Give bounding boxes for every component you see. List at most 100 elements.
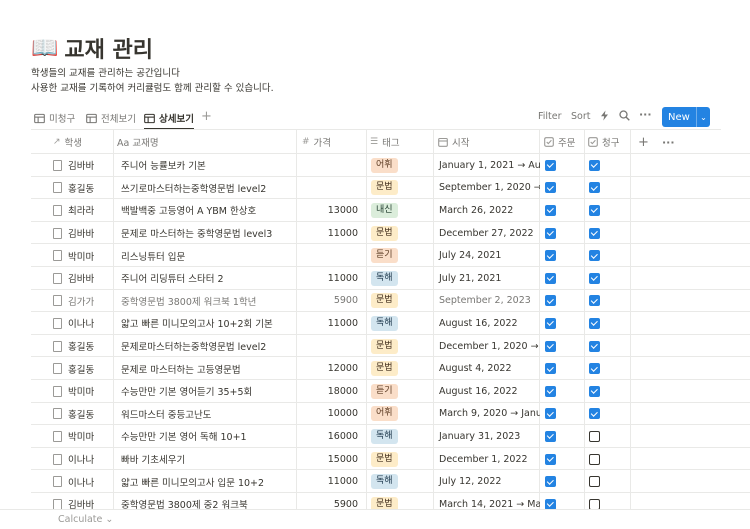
price-cell[interactable]	[298, 154, 362, 177]
bill-checkbox[interactable]	[589, 363, 600, 375]
price-cell[interactable]: 5900	[298, 290, 362, 313]
column-header-price[interactable]: # 가격	[298, 130, 366, 154]
table-row[interactable]: 박미마 수능만만 기본 영어듣기 35+5회 18000 듣기 August 1…	[0, 380, 750, 403]
column-header-name[interactable]: Aa 교재명	[113, 130, 298, 154]
table-row[interactable]: 박미마 리스닝튜터 입문 듣기 July 24, 2021	[0, 244, 750, 267]
chevron-down-icon[interactable]: ⌄	[696, 107, 710, 127]
column-header-student[interactable]: ↗ 학생	[49, 130, 116, 154]
table-row[interactable]: 김가가 중학영문법 3800제 워크북 1학년 5900 문법 Septembe…	[0, 290, 750, 313]
price-cell[interactable]: 13000	[298, 199, 362, 222]
book-name-cell[interactable]: 수능만만 기본 영어듣기 35+5회	[116, 380, 296, 403]
price-cell[interactable]	[298, 244, 362, 267]
start-date-cell[interactable]: August 4, 2022	[434, 357, 540, 380]
more-columns-icon[interactable]: ···	[658, 130, 682, 154]
more-options-icon[interactable]: ···	[639, 108, 652, 121]
tag-cell[interactable]: 문법	[366, 335, 432, 358]
add-view-icon[interactable]: +	[201, 109, 212, 124]
tag-cell[interactable]: 문법	[366, 448, 432, 471]
table-row[interactable]: 홍길동 문제로 마스터하는 고등영문법 12000 문법 August 4, 2…	[0, 357, 750, 380]
start-date-cell[interactable]: January 1, 2021 → Aug	[434, 154, 540, 177]
price-cell[interactable]: 11000	[298, 267, 362, 290]
book-name-cell[interactable]: 백발백중 고등영어 A YBM 한상호	[116, 199, 296, 222]
price-cell[interactable]: 11000	[298, 312, 362, 335]
add-property-icon[interactable]: +	[634, 130, 654, 154]
bill-checkbox[interactable]	[589, 317, 600, 329]
tag-cell[interactable]: 듣기	[366, 244, 432, 267]
book-name-cell[interactable]: 빠바 기초세우기	[116, 448, 296, 471]
order-checkbox[interactable]	[545, 227, 556, 239]
order-checkbox[interactable]	[545, 385, 556, 397]
table-row[interactable]: 박미마 수능만만 기본 영어 독해 10+1 16000 독해 January …	[0, 425, 750, 448]
order-checkbox[interactable]	[545, 317, 556, 329]
student-cell[interactable]: 홍길동	[49, 177, 113, 200]
bill-checkbox[interactable]	[589, 250, 600, 262]
filter-button[interactable]: Filter	[538, 111, 562, 122]
tag-cell[interactable]: 문법	[366, 290, 432, 313]
book-name-cell[interactable]: 주니어 리딩튜터 스타터 2	[116, 267, 296, 290]
student-cell[interactable]: 최라라	[49, 199, 113, 222]
book-name-cell[interactable]: 얇고 빠른 미니모의고사 입문 10+2	[116, 470, 296, 493]
student-cell[interactable]: 김바바	[49, 154, 113, 177]
order-checkbox[interactable]	[545, 453, 556, 465]
table-row[interactable]: 이나나 얇고 빠른 미니모의고사 10+2회 기본 11000 독해 Augus…	[0, 312, 750, 335]
table-row[interactable]: 홍길동 쓰기로마스터하는중학영문법 level2 문법 September 1,…	[0, 177, 750, 200]
bill-checkbox[interactable]	[589, 272, 600, 284]
order-checkbox[interactable]	[545, 250, 556, 262]
start-date-cell[interactable]: August 16, 2022	[434, 312, 540, 335]
bill-checkbox[interactable]	[589, 385, 600, 397]
tag-cell[interactable]: 독해	[366, 425, 432, 448]
table-row[interactable]: 김바바 문제로 마스터하는 중학영문법 level3 11000 문법 Dece…	[0, 222, 750, 245]
start-date-cell[interactable]: July 21, 2021	[434, 267, 540, 290]
price-cell[interactable]: 15000	[298, 448, 362, 471]
student-cell[interactable]: 김바바	[49, 267, 113, 290]
column-header-start[interactable]: 시작	[434, 130, 540, 154]
book-name-cell[interactable]: 리스닝튜터 입문	[116, 244, 296, 267]
start-date-cell[interactable]: December 27, 2022	[434, 222, 540, 245]
order-checkbox[interactable]	[545, 272, 556, 284]
book-name-cell[interactable]: 수능만만 기본 영어 독해 10+1	[116, 425, 296, 448]
tag-cell[interactable]: 문법	[366, 357, 432, 380]
search-icon[interactable]	[619, 110, 630, 124]
start-date-cell[interactable]: January 31, 2023	[434, 425, 540, 448]
column-header-tag[interactable]: ☰ 태그	[366, 130, 434, 154]
student-cell[interactable]: 김바바	[49, 222, 113, 245]
bill-checkbox[interactable]	[589, 340, 600, 352]
bill-checkbox[interactable]	[589, 408, 600, 420]
bill-checkbox[interactable]	[589, 182, 600, 194]
book-name-cell[interactable]: 워드마스터 중등고난도	[116, 403, 296, 426]
order-checkbox[interactable]	[545, 295, 556, 307]
start-date-cell[interactable]: December 1, 2020 → D	[434, 335, 540, 358]
tag-cell[interactable]: 어휘	[366, 154, 432, 177]
book-name-cell[interactable]: 문제로마스터하는중학영문법 level2	[116, 335, 296, 358]
student-cell[interactable]: 이나나	[49, 470, 113, 493]
tab-all[interactable]: 전체보기	[86, 107, 136, 129]
table-row[interactable]: 김바바 주니어 능률보카 기본 어휘 January 1, 2021 → Aug	[0, 154, 750, 177]
start-date-cell[interactable]: December 1, 2022	[434, 448, 540, 471]
book-name-cell[interactable]: 주니어 능률보카 기본	[116, 154, 296, 177]
book-name-cell[interactable]: 문제로 마스터하는 고등영문법	[116, 357, 296, 380]
student-cell[interactable]: 홍길동	[49, 403, 113, 426]
price-cell[interactable]: 18000	[298, 380, 362, 403]
tag-cell[interactable]: 문법	[366, 177, 432, 200]
tag-cell[interactable]: 내신	[366, 199, 432, 222]
price-cell[interactable]: 10000	[298, 403, 362, 426]
student-cell[interactable]: 홍길동	[49, 357, 113, 380]
bill-checkbox[interactable]	[589, 227, 600, 239]
order-checkbox[interactable]	[545, 204, 556, 216]
order-checkbox[interactable]	[545, 430, 556, 442]
sort-button[interactable]: Sort	[571, 111, 590, 122]
start-date-cell[interactable]: August 16, 2022	[434, 380, 540, 403]
table-row[interactable]: 이나나 얇고 빠른 미니모의고사 입문 10+2 11000 독해 July 1…	[0, 470, 750, 493]
start-date-cell[interactable]: July 12, 2022	[434, 470, 540, 493]
table-row[interactable]: 홍길동 문제로마스터하는중학영문법 level2 문법 December 1, …	[0, 335, 750, 358]
bill-checkbox[interactable]	[589, 453, 600, 465]
student-cell[interactable]: 박미마	[49, 425, 113, 448]
start-date-cell[interactable]: March 26, 2022	[434, 199, 540, 222]
new-button[interactable]: New ⌄	[662, 107, 710, 127]
order-checkbox[interactable]	[545, 408, 556, 420]
start-date-cell[interactable]: March 9, 2020 → Janu	[434, 403, 540, 426]
order-checkbox[interactable]	[545, 363, 556, 375]
book-name-cell[interactable]: 쓰기로마스터하는중학영문법 level2	[116, 177, 296, 200]
tab-unbilled[interactable]: 미청구	[34, 107, 75, 129]
bill-checkbox[interactable]	[589, 430, 600, 442]
